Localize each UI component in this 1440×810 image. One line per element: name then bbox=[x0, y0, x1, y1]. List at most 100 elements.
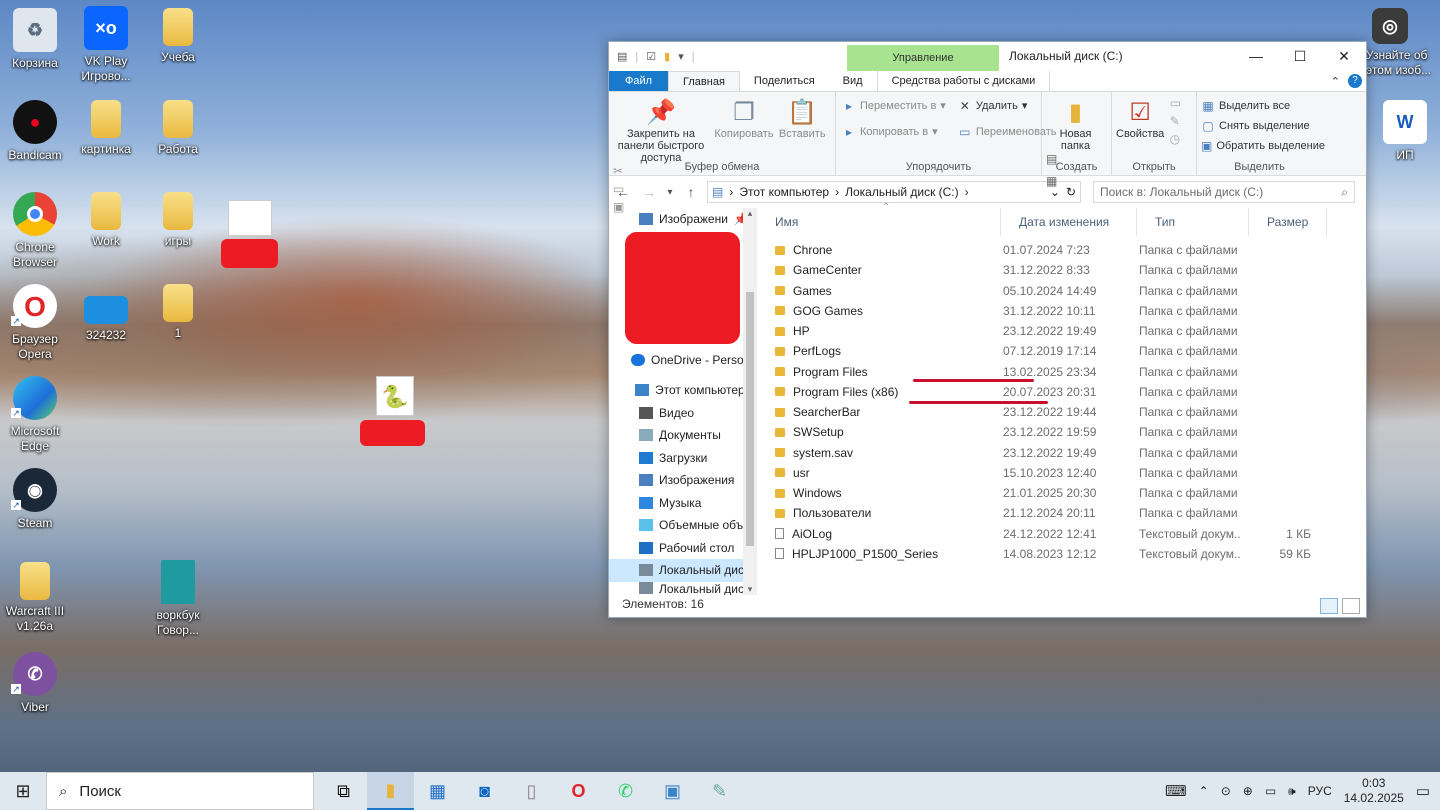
recent-locations-button[interactable]: ▾ bbox=[665, 187, 675, 198]
explorer-window[interactable]: ▤ | ☑ ▮ ▾ | Управление Локальный диск (C… bbox=[608, 41, 1367, 618]
forward-button[interactable]: → bbox=[639, 184, 659, 200]
copy-button[interactable]: ❐ Копировать bbox=[714, 96, 773, 141]
desktop-icon-work[interactable]: Work bbox=[68, 192, 144, 249]
nav-item-3d-objects[interactable]: Объемные объ bbox=[609, 514, 757, 537]
column-size[interactable]: Размер bbox=[1249, 208, 1327, 236]
paste-button[interactable]: 📋 Вставить bbox=[779, 96, 826, 141]
address-bar[interactable]: ▤ › Этот компьютер › Локальный диск (C:)… bbox=[707, 181, 1081, 203]
notifications-icon[interactable]: ▭ bbox=[1416, 782, 1430, 800]
language-indicator[interactable]: РУС bbox=[1308, 784, 1332, 798]
file-row[interactable]: PerfLogs 07.12.2019 17:14 Папка с файлами bbox=[757, 341, 1366, 361]
copy-to-button[interactable]: ▸ Копировать в ▾ bbox=[842, 122, 946, 142]
taskbar-opera[interactable]: O bbox=[555, 772, 602, 810]
nav-item-local-disk-c[interactable]: Локальный диск bbox=[609, 559, 757, 582]
file-row[interactable]: Games 05.10.2024 14:49 Папка с файлами bbox=[757, 281, 1366, 301]
column-date[interactable]: Дата изменения bbox=[1001, 208, 1137, 236]
taskbar-explorer[interactable]: ▮ bbox=[367, 772, 414, 810]
nav-item-music[interactable]: Музыка bbox=[609, 492, 757, 515]
new-folder-button[interactable]: ▮ Новая папка bbox=[1046, 96, 1105, 153]
nav-item-videos[interactable]: Видео bbox=[609, 402, 757, 425]
clock[interactable]: 0:03 14.02.2025 bbox=[1344, 776, 1404, 806]
desktop-icon-learn-about-image[interactable]: ◎ Узнайте об этом изоб... bbox=[1366, 8, 1440, 78]
keyboard-icon[interactable]: ⌨ bbox=[1165, 782, 1187, 800]
file-row[interactable]: Chrone 01.07.2024 7:23 Папка с файлами bbox=[757, 240, 1366, 260]
battery-icon[interactable]: ▭ bbox=[1265, 784, 1276, 798]
copy-path-icon[interactable]: ▭ bbox=[613, 182, 624, 196]
edit-icon[interactable]: ✎ bbox=[1170, 114, 1181, 128]
taskbar-outlook[interactable]: ◙ bbox=[461, 772, 508, 810]
nav-item-pictures-pinned[interactable]: Изображени 📌 bbox=[609, 208, 757, 231]
tab-file[interactable]: Файл bbox=[609, 71, 669, 91]
file-row[interactable]: Program Files 13.02.2025 23:34 Папка с фай… bbox=[757, 362, 1366, 382]
file-row[interactable]: AiOLog 24.12.2022 12:41 Текстовый докум...… bbox=[757, 524, 1366, 544]
file-row[interactable]: SearcherBar 23.12.2022 19:44 Папка с файла… bbox=[757, 402, 1366, 422]
properties-qat-icon[interactable]: ☑ bbox=[646, 50, 656, 63]
taskbar-app[interactable]: ✎ bbox=[696, 772, 743, 810]
nav-item-onedrive[interactable]: OneDrive - Person bbox=[609, 349, 757, 372]
device-icon[interactable]: ⊙ bbox=[1221, 784, 1231, 798]
task-view-button[interactable]: ⧉ bbox=[320, 772, 367, 810]
desktop-icon-igry[interactable]: игры bbox=[140, 192, 216, 249]
column-name[interactable]: Имя bbox=[757, 208, 1001, 236]
file-row[interactable]: HP 23.12.2022 19:49 Папка с файлами bbox=[757, 321, 1366, 341]
scroll-thumb[interactable] bbox=[746, 292, 754, 546]
tab-view[interactable]: Вид bbox=[829, 71, 877, 91]
file-row[interactable]: HPLJP1000_P1500_Series 14.08.2023 12:12 Те… bbox=[757, 544, 1366, 564]
nav-item-this-pc[interactable]: Этот компьютер bbox=[609, 379, 757, 402]
start-button[interactable]: ⊞ bbox=[0, 772, 46, 810]
file-row[interactable]: SWSetup 23.12.2022 19:59 Папка с файлами bbox=[757, 422, 1366, 442]
desktop-icon-steam[interactable]: ◉ Steam bbox=[0, 468, 73, 531]
new-folder-qat-icon[interactable]: ▮ bbox=[664, 50, 670, 63]
taskbar-control-panel[interactable]: ▣ bbox=[649, 772, 696, 810]
tab-drive-tools[interactable]: Средства работы с дисками bbox=[876, 71, 1051, 91]
pin-quick-access-button[interactable]: 📌 Закрепить на панели быстрого доступа bbox=[613, 96, 709, 165]
scroll-up-icon[interactable]: ▴ bbox=[743, 208, 757, 219]
title-bar[interactable]: ▤ | ☑ ▮ ▾ | Управление Локальный диск (C… bbox=[609, 42, 1366, 71]
desktop-icon-kartinka[interactable]: картинка bbox=[68, 100, 144, 157]
taskbar-whatsapp[interactable]: ✆ bbox=[602, 772, 649, 810]
python-file-icon[interactable]: 🐍 bbox=[376, 376, 414, 416]
desktop-icon-bandicam[interactable]: ● Bandicam bbox=[0, 100, 73, 163]
select-none-button[interactable]: ▢ Снять выделение bbox=[1201, 116, 1318, 136]
file-row[interactable]: usr 15.10.2023 12:40 Папка с файлами bbox=[757, 463, 1366, 483]
tab-home[interactable]: Главная bbox=[668, 71, 740, 91]
easy-access-icon[interactable]: ▦ bbox=[1046, 174, 1057, 188]
file-row[interactable]: Windows 21.01.2025 20:30 Папка с файлами bbox=[757, 483, 1366, 503]
desktop-icon-vk-play[interactable]: ×o VK Play Игрово... bbox=[68, 6, 144, 84]
desktop-file-thumbnail[interactable] bbox=[228, 200, 272, 236]
details-view-button[interactable] bbox=[1320, 598, 1338, 614]
up-button[interactable]: ↑ bbox=[681, 184, 701, 200]
file-row[interactable]: Program Files (x86) 20.07.2023 20:31 Папка… bbox=[757, 382, 1366, 402]
nav-item-documents[interactable]: Документы bbox=[609, 424, 757, 447]
taskbar-store[interactable]: ▦ bbox=[414, 772, 461, 810]
invert-selection-button[interactable]: ▣ Обратить выделение bbox=[1201, 136, 1325, 156]
large-icons-view-button[interactable] bbox=[1342, 598, 1360, 614]
nav-item-pictures[interactable]: Изображения bbox=[609, 469, 757, 492]
desktop-icon-vorkbuk[interactable]: воркбук Говор... bbox=[140, 560, 216, 638]
desktop-icon-ucheba[interactable]: Учеба bbox=[140, 8, 216, 65]
file-row[interactable]: system.sav 23.12.2022 19:49 Папка с файлам… bbox=[757, 443, 1366, 463]
nav-scrollbar[interactable]: ▴ ▾ bbox=[743, 208, 757, 595]
open-icon[interactable]: ▭ bbox=[1170, 96, 1181, 110]
history-icon[interactable]: ◷ bbox=[1170, 132, 1181, 146]
qat-dropdown-icon[interactable]: ▾ bbox=[678, 50, 684, 63]
desktop-icon-chrone[interactable]: Chrone Browser bbox=[0, 192, 73, 270]
network-icon[interactable]: ⊕ bbox=[1243, 784, 1253, 798]
nav-item-local-disk-d[interactable]: Локальный диск bbox=[609, 581, 757, 595]
desktop-icon-edge[interactable]: Microsoft Edge bbox=[0, 376, 73, 454]
taskbar-notepad[interactable]: ▯ bbox=[508, 772, 555, 810]
properties-button[interactable]: ☑ Свойства bbox=[1116, 96, 1164, 141]
breadcrumb-local-disk[interactable]: Локальный диск (C:) bbox=[845, 185, 959, 199]
file-row[interactable]: Пользователи 21.12.2024 20:11 Папка с файл… bbox=[757, 503, 1366, 523]
desktop-icon-opera[interactable]: O Браузер Opera bbox=[0, 284, 73, 362]
maximize-button[interactable]: ☐ bbox=[1278, 42, 1322, 70]
nav-item-desktop[interactable]: Рабочий стол bbox=[609, 537, 757, 560]
volume-icon[interactable]: 🕪 bbox=[1288, 784, 1296, 799]
desktop-icon-warcraft[interactable]: Warcraft III v1.26a bbox=[0, 562, 73, 634]
desktop-icon-ip[interactable]: W ИП bbox=[1367, 100, 1440, 163]
desktop-icon-viber[interactable]: ✆ Viber bbox=[0, 652, 73, 715]
file-row[interactable]: GOG Games 31.12.2022 10:11 Папка с файлами bbox=[757, 301, 1366, 321]
tab-share[interactable]: Поделиться bbox=[740, 71, 829, 91]
select-all-button[interactable]: ▦ Выделить все bbox=[1201, 96, 1318, 116]
scroll-down-icon[interactable]: ▾ bbox=[743, 584, 757, 595]
